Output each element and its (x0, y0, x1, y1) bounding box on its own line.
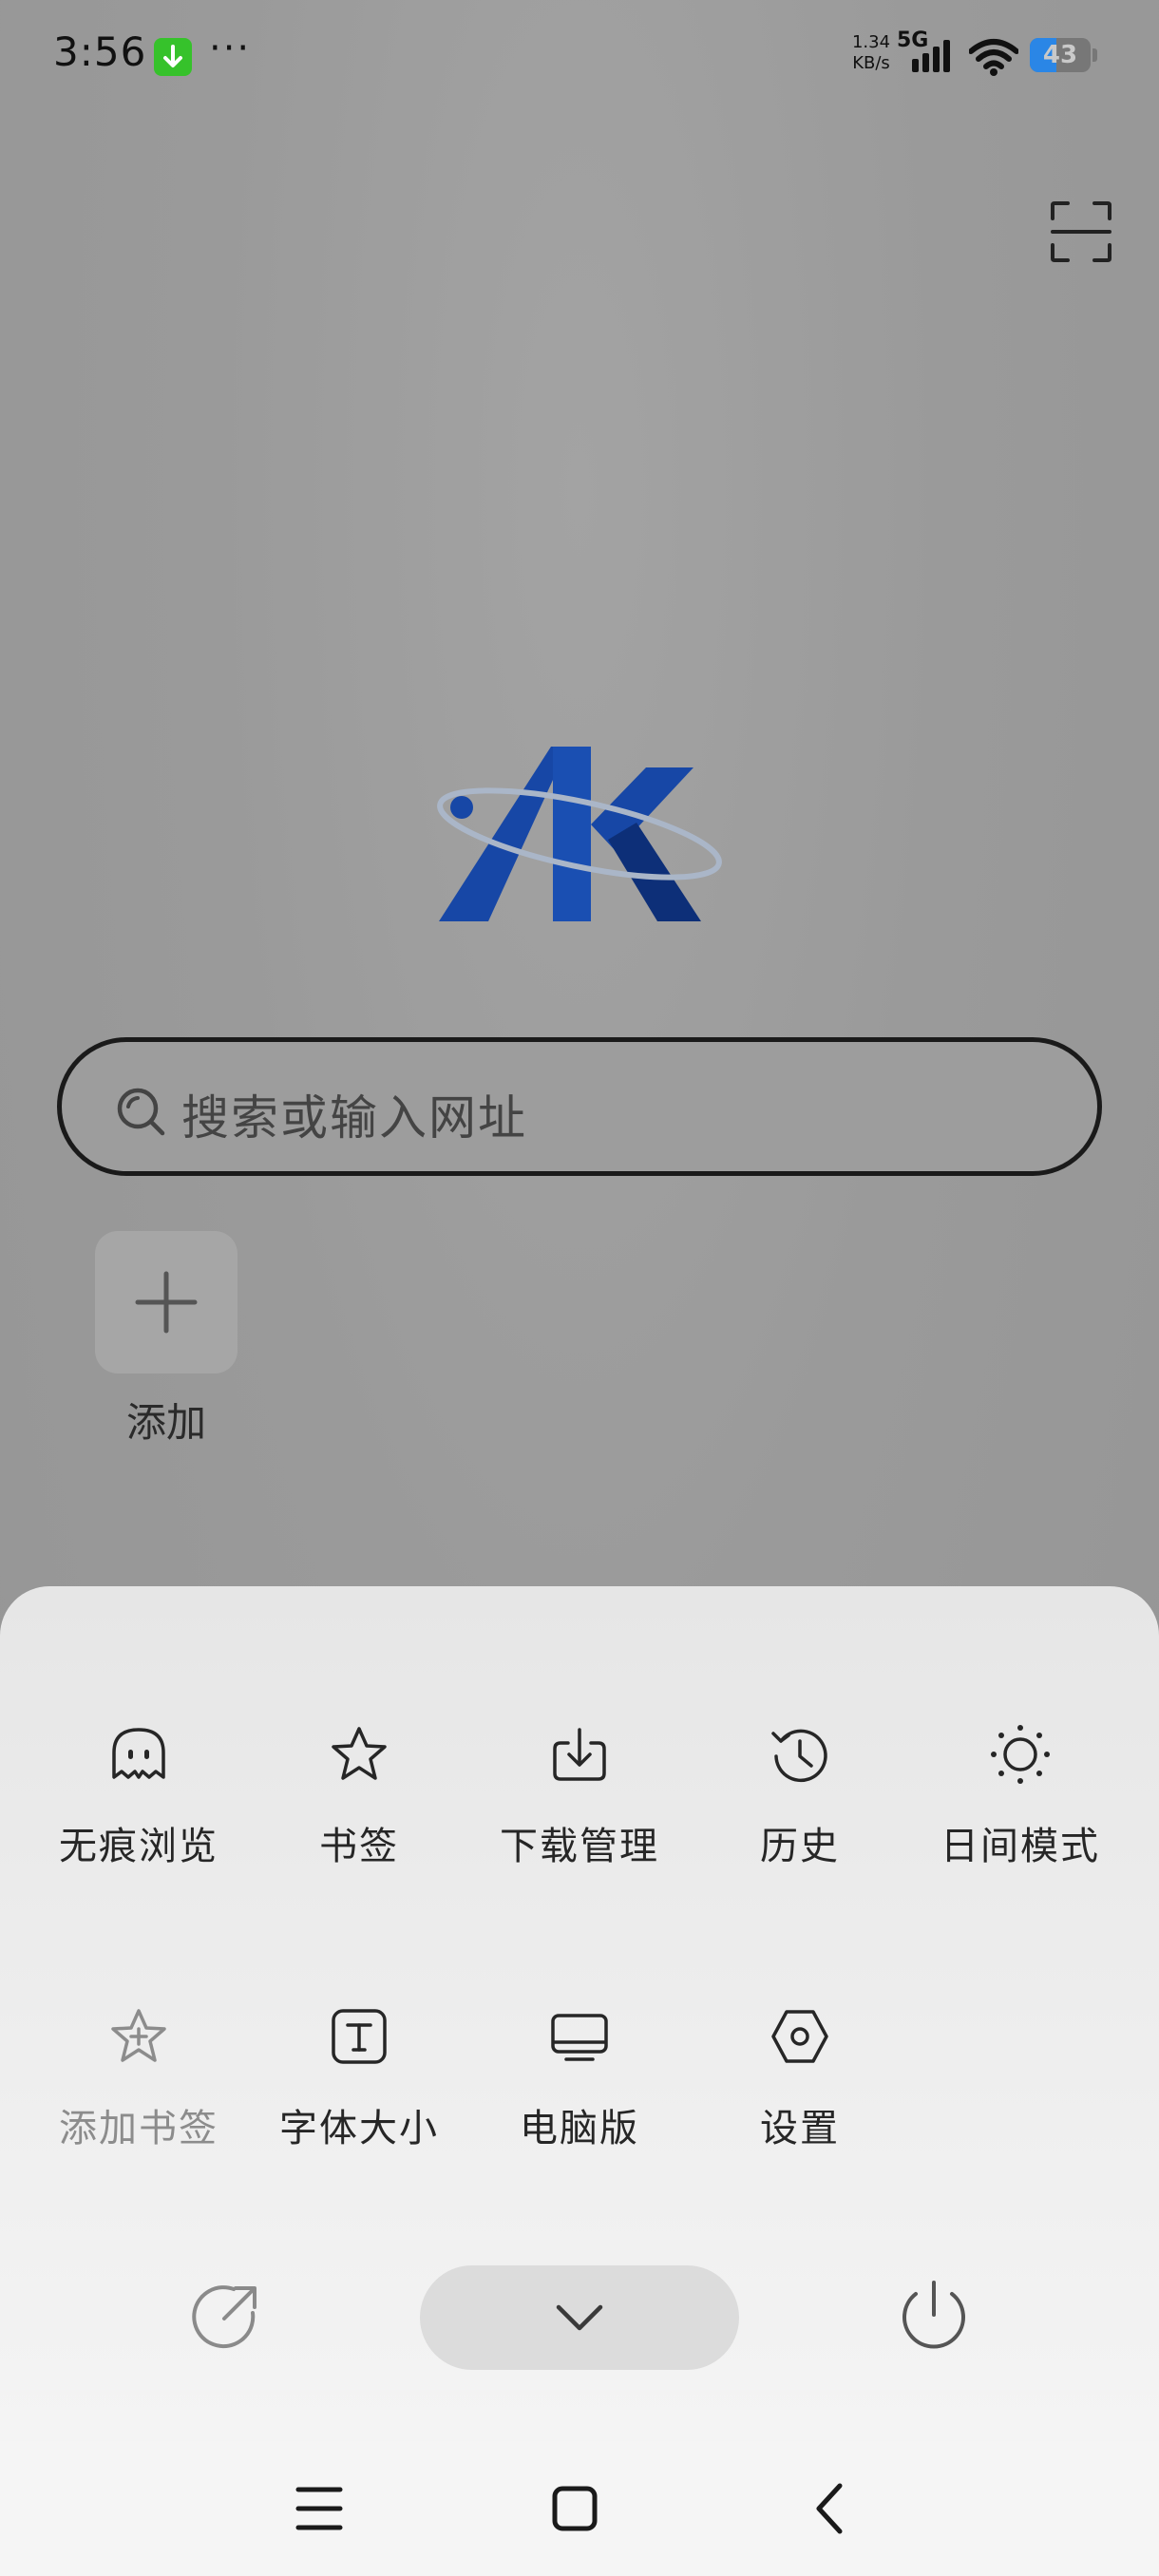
menu-item-history[interactable]: 历史 (691, 1676, 909, 1885)
menu-item-label: 下载管理 (500, 1825, 659, 1868)
network-speed: 1.34 KB/s (847, 32, 895, 74)
desktop-icon (551, 2014, 608, 2061)
system-navigation-bar (0, 2441, 1159, 2576)
settings-icon (771, 2010, 828, 2063)
menu-item-incognito[interactable]: 无痕浏览 (29, 1676, 248, 1885)
network-speed-unit: KB/s (852, 53, 890, 73)
menu-item-label: 书签 (319, 1825, 399, 1868)
menu-item-label: 日间模式 (940, 1825, 1100, 1868)
menu-item-settings[interactable]: 设置 (691, 1959, 909, 2168)
network-speed-value: 1.34 (851, 32, 891, 52)
menu-item-bookmarks[interactable]: 书签 (250, 1676, 468, 1885)
home-square-icon[interactable] (527, 2461, 622, 2556)
collapse-menu-button[interactable] (420, 2265, 739, 2370)
scan-icon[interactable] (1049, 199, 1113, 264)
chevron-down-icon (556, 2304, 603, 2331)
battery-level: 43 (1042, 41, 1078, 69)
plus-icon (135, 1271, 198, 1334)
star-icon (332, 1727, 387, 1780)
back-chevron-icon[interactable] (783, 2461, 878, 2556)
sun-icon (991, 1725, 1050, 1784)
browser-logo (437, 747, 722, 921)
search-input[interactable]: 搜索或输入网址 (57, 1037, 1102, 1176)
menu-sheet: 无痕浏览 书签 下载管理 历史 日间模式 添加书签 字体大小 电脑版 设置 (0, 1586, 1159, 2441)
star-plus-icon (111, 2009, 166, 2062)
power-icon[interactable] (882, 2265, 986, 2370)
search-icon (117, 1088, 165, 1136)
signal-bars-icon (912, 40, 950, 72)
search-placeholder: 搜索或输入网址 (181, 1090, 527, 1146)
wifi-icon (969, 39, 1018, 76)
menu-item-label: 字体大小 (279, 2107, 439, 2150)
add-shortcut-button[interactable] (95, 1231, 238, 1373)
menu-icon[interactable] (272, 2461, 367, 2556)
status-more-dots: ··· (209, 27, 252, 70)
menu-item-label: 历史 (760, 1825, 840, 1868)
menu-item-label: 设置 (760, 2107, 840, 2150)
status-time: 3:56 (53, 28, 147, 75)
menu-item-label: 无痕浏览 (59, 1825, 218, 1868)
menu-item-font-size[interactable]: 字体大小 (250, 1959, 468, 2168)
ghost-icon (112, 1728, 165, 1779)
add-shortcut-label: 添加 (125, 1399, 206, 1446)
history-icon (771, 1729, 827, 1783)
menu-item-add-bookmark[interactable]: 添加书签 (29, 1959, 248, 2168)
battery-indicator: 43 (1030, 38, 1097, 72)
menu-item-label: 电脑版 (520, 2107, 639, 2150)
browser-home-screen: 3:56 ··· 1.34 KB/s 5G 43 搜索或输入网址 添加 无痕浏览… (0, 0, 1159, 2576)
font-size-icon (332, 2009, 387, 2064)
menu-item-desktop-version[interactable]: 电脑版 (470, 1959, 689, 2168)
menu-item-label: 添加书签 (59, 2107, 218, 2150)
download-icon (553, 1728, 606, 1781)
download-arrow-icon (154, 38, 192, 76)
share-icon[interactable] (171, 2265, 276, 2370)
status-bar: 3:56 ··· 1.34 KB/s 5G 43 (0, 0, 1159, 112)
menu-item-day-mode[interactable]: 日间模式 (911, 1676, 1130, 1885)
menu-item-downloads[interactable]: 下载管理 (470, 1676, 689, 1885)
